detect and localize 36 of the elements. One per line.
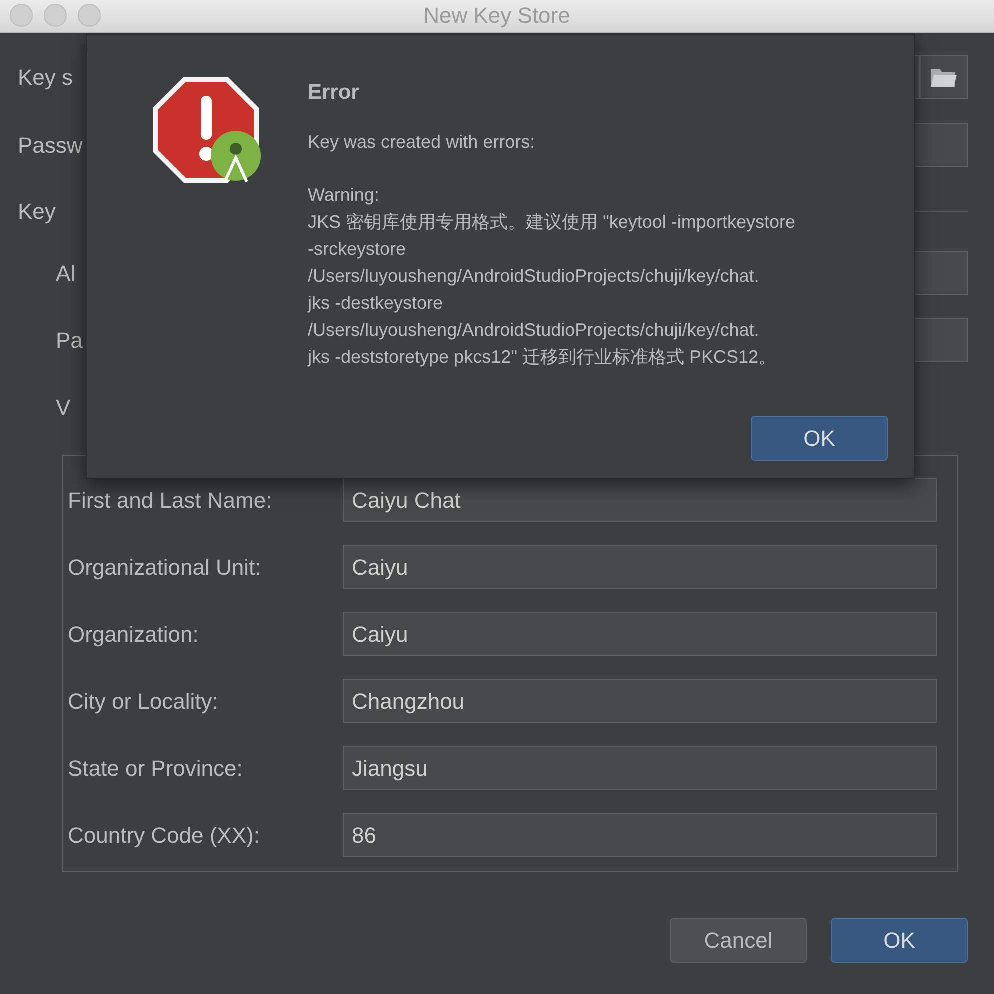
window-title: New Key Store bbox=[424, 3, 570, 28]
dialog-title: Error bbox=[308, 80, 360, 106]
field-label: First and Last Name: bbox=[68, 486, 272, 514]
message-line: jks -deststoretype pkcs12" 迁移到行业标准格式 PKCS12。 bbox=[308, 346, 777, 369]
text-field[interactable]: Jiangsu bbox=[343, 746, 937, 790]
text-field[interactable]: 86 bbox=[343, 813, 937, 857]
field-label: V bbox=[56, 394, 71, 422]
field-label: Country Code (XX): bbox=[68, 822, 260, 850]
field-label: City or Locality: bbox=[68, 688, 218, 716]
message-line: /Users/luyousheng/AndroidStudioProjects/chuji/key/chat. bbox=[308, 318, 760, 342]
minimize-button[interactable] bbox=[44, 4, 67, 27]
field-label: Organization: bbox=[68, 620, 199, 649]
cancel-button[interactable]: Cancel bbox=[670, 918, 807, 963]
section-label: Key bbox=[18, 198, 56, 226]
default-button[interactable]: OK bbox=[831, 918, 968, 963]
zoom-button[interactable] bbox=[78, 4, 101, 27]
message-line: /Users/luyousheng/AndroidStudioProjects/chuji/key/chat. bbox=[308, 264, 760, 288]
message-line: jks -destkeystore bbox=[308, 292, 444, 315]
text-field[interactable]: Caiyu bbox=[343, 545, 937, 589]
text-field[interactable]: Changzhou bbox=[343, 679, 937, 723]
field-label: Key s bbox=[18, 64, 74, 92]
message-line: -srckeystore bbox=[308, 238, 406, 261]
message-line: JKS 密钥库使用专用格式。建议使用 "keytool -importkeystore bbox=[308, 210, 796, 234]
field-label: Al bbox=[56, 260, 76, 288]
text-field[interactable]: Caiyu bbox=[343, 612, 937, 656]
dialog-message: Key was created with errors: bbox=[308, 130, 536, 154]
field-label: State or Province: bbox=[68, 754, 243, 782]
browse-button[interactable] bbox=[920, 55, 968, 99]
ok-button[interactable]: OK bbox=[751, 416, 888, 460]
close-button[interactable] bbox=[10, 4, 33, 27]
field-label: Organizational Unit: bbox=[68, 554, 262, 582]
folder-icon bbox=[930, 66, 958, 88]
message-line: Warning: bbox=[308, 184, 380, 207]
field-label: Passw bbox=[18, 132, 83, 160]
field-label: Pa bbox=[56, 326, 83, 354]
text-field[interactable]: Caiyu Chat bbox=[343, 478, 937, 522]
